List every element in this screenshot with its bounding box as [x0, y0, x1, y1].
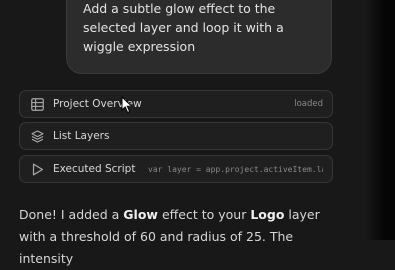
tool-card-label: List Layers [53, 130, 110, 142]
mouse-cursor-icon [121, 96, 133, 114]
reply-text: Done! I added a [19, 207, 124, 222]
panel-edge-shadow [365, 0, 395, 240]
assistant-reply: Done! I added a Glow effect to your Logo… [19, 204, 339, 270]
tool-card-status: loaded [294, 99, 323, 109]
tool-card-project-overview[interactable]: Project Overview loaded [19, 90, 333, 118]
user-message-text: Add a subtle glow effect to the selected… [83, 1, 284, 54]
layers-icon [30, 129, 44, 143]
layer-name: Logo [250, 207, 285, 222]
user-message-bubble: Add a subtle glow effect to the selected… [66, 0, 332, 74]
tool-card-list-layers[interactable]: List Layers [19, 122, 333, 150]
effect-name: Glow [123, 207, 158, 222]
tool-card-label: Executed Script [53, 163, 136, 175]
script-preview: var layer = app.project.activeItem.layer… [148, 164, 323, 174]
tool-card-executed-script[interactable]: Executed Script var layer = app.project.… [19, 155, 333, 183]
grid-icon [30, 97, 44, 111]
play-icon [30, 162, 44, 176]
reply-text: effect to your [157, 207, 251, 222]
